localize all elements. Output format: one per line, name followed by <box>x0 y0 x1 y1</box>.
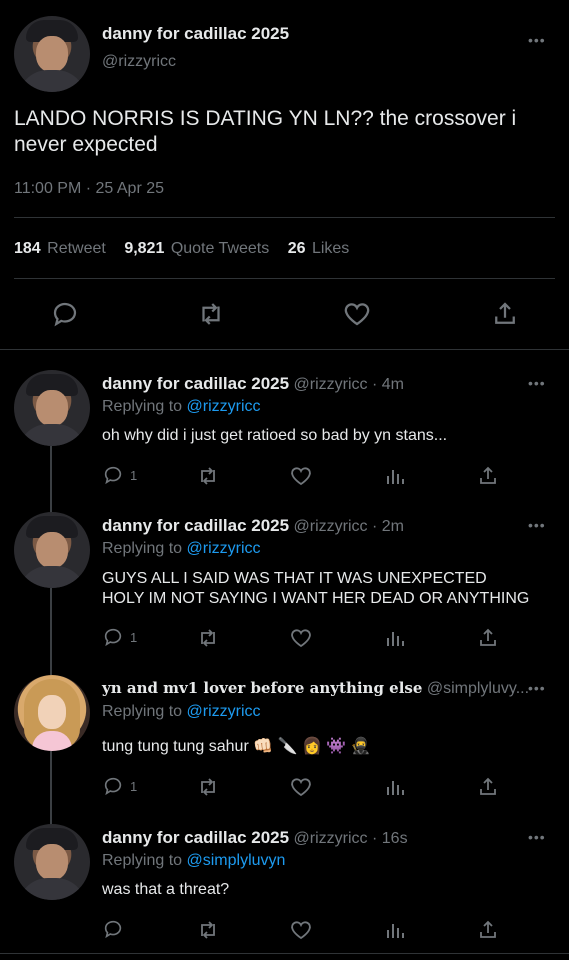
retweet-label[interactable]: Retweet <box>47 240 106 257</box>
replying-to-link[interactable]: @simplyluvyn <box>187 852 286 869</box>
reply-text: oh why did i just get ratioed so bad by … <box>102 427 448 444</box>
replying-to-link[interactable]: @rizzyricc <box>187 540 261 557</box>
retweet-icon[interactable] <box>196 626 220 650</box>
replying-to-link[interactable]: @rizzyricc <box>187 398 261 415</box>
author-name[interactable]: danny for cadillac 2025 <box>102 516 289 535</box>
like-icon[interactable] <box>289 626 313 650</box>
author-meta: @simplyluvy... <box>426 680 530 697</box>
retweet-icon[interactable] <box>196 464 220 488</box>
tweet-text-line: never expected <box>14 133 158 156</box>
reply-icon[interactable] <box>102 775 124 797</box>
author-meta: @rizzyricc · 16s <box>293 830 408 847</box>
like-icon[interactable] <box>289 918 313 942</box>
reply-text: GUYS ALL I SAID WAS THAT IT WAS UNEXPECT… <box>102 569 529 609</box>
more-icon[interactable]: ••• <box>528 375 546 391</box>
share-icon[interactable] <box>476 775 500 799</box>
quote-count[interactable]: 9,821 <box>124 240 164 257</box>
more-icon[interactable]: ••• <box>528 680 546 696</box>
like-label[interactable]: Likes <box>312 240 349 257</box>
timestamp[interactable]: 11:00 PM · 25 Apr 25 <box>14 180 164 198</box>
avatar[interactable] <box>14 16 90 92</box>
divider <box>14 278 555 279</box>
author-handle[interactable]: @rizzyricc <box>102 53 176 71</box>
more-icon[interactable]: ••• <box>528 517 546 533</box>
like-icon[interactable] <box>289 464 313 488</box>
reply-text: was that a threat? <box>102 881 230 898</box>
engagement-stats: 184 Retweet 9,821 Quote Tweets 26 Likes <box>14 240 349 258</box>
replying-to-label: Replying to <box>102 703 183 720</box>
retweet-icon[interactable] <box>196 775 220 799</box>
like-count[interactable]: 26 <box>288 240 306 257</box>
author-name[interactable]: yn and mv1 lover before anything else <box>102 679 422 697</box>
thread-line <box>50 446 52 516</box>
quote-label[interactable]: Quote Tweets <box>171 240 269 257</box>
reply-text: tung tung tung sahur 👊🏻 🔪 👩 👾 🥷 <box>102 738 371 755</box>
retweet-icon[interactable] <box>196 918 220 942</box>
reply-count: 1 <box>130 468 138 483</box>
replying-to-link[interactable]: @rizzyricc <box>187 703 261 720</box>
analytics-icon[interactable] <box>383 775 407 799</box>
author-name[interactable]: danny for cadillac 2025 <box>102 374 289 393</box>
retweet-count[interactable]: 184 <box>14 240 41 257</box>
reply-count: 1 <box>130 779 138 794</box>
share-icon[interactable] <box>476 464 500 488</box>
like-icon[interactable] <box>289 775 313 799</box>
avatar[interactable] <box>14 512 90 588</box>
reply-icon[interactable] <box>102 626 124 648</box>
analytics-icon[interactable] <box>383 918 407 942</box>
replying-to-label: Replying to <box>102 540 183 557</box>
replying-to-label: Replying to <box>102 398 183 415</box>
author-name[interactable]: danny for cadillac 2025 <box>102 828 289 847</box>
reply-text-line: HOLY IM NOT SAYING I WANT HER DEAD OR AN… <box>102 590 530 607</box>
reply-text-line: GUYS ALL I SAID WAS THAT IT WAS UNEXPECT… <box>102 570 487 587</box>
avatar[interactable] <box>14 370 90 446</box>
replying-to-label: Replying to <box>102 852 183 869</box>
author-name[interactable]: danny for cadillac 2025 <box>102 24 289 44</box>
divider <box>14 217 555 218</box>
avatar[interactable] <box>14 824 90 900</box>
divider <box>0 953 569 954</box>
share-icon[interactable] <box>476 626 500 650</box>
analytics-icon[interactable] <box>383 464 407 488</box>
share-icon[interactable] <box>490 299 520 329</box>
thread-line <box>50 588 52 676</box>
more-icon[interactable]: ••• <box>528 32 546 48</box>
author-meta: @rizzyricc · 4m <box>293 376 404 393</box>
reply-count: 1 <box>130 630 138 645</box>
reply-icon[interactable] <box>50 299 80 329</box>
avatar[interactable] <box>14 675 90 751</box>
analytics-icon[interactable] <box>383 626 407 650</box>
retweet-icon[interactable] <box>196 299 226 329</box>
share-icon[interactable] <box>476 918 500 942</box>
like-icon[interactable] <box>342 299 372 329</box>
thread-line <box>50 751 52 825</box>
tweet-text: LANDO NORRIS IS DATING YN LN?? the cross… <box>14 106 516 158</box>
reply-icon[interactable] <box>102 918 124 940</box>
author-meta: @rizzyricc · 2m <box>293 518 404 535</box>
reply-icon[interactable] <box>102 464 124 486</box>
divider <box>0 349 569 350</box>
more-icon[interactable]: ••• <box>528 829 546 845</box>
tweet-text-line: LANDO NORRIS IS DATING YN LN?? the cross… <box>14 107 517 130</box>
